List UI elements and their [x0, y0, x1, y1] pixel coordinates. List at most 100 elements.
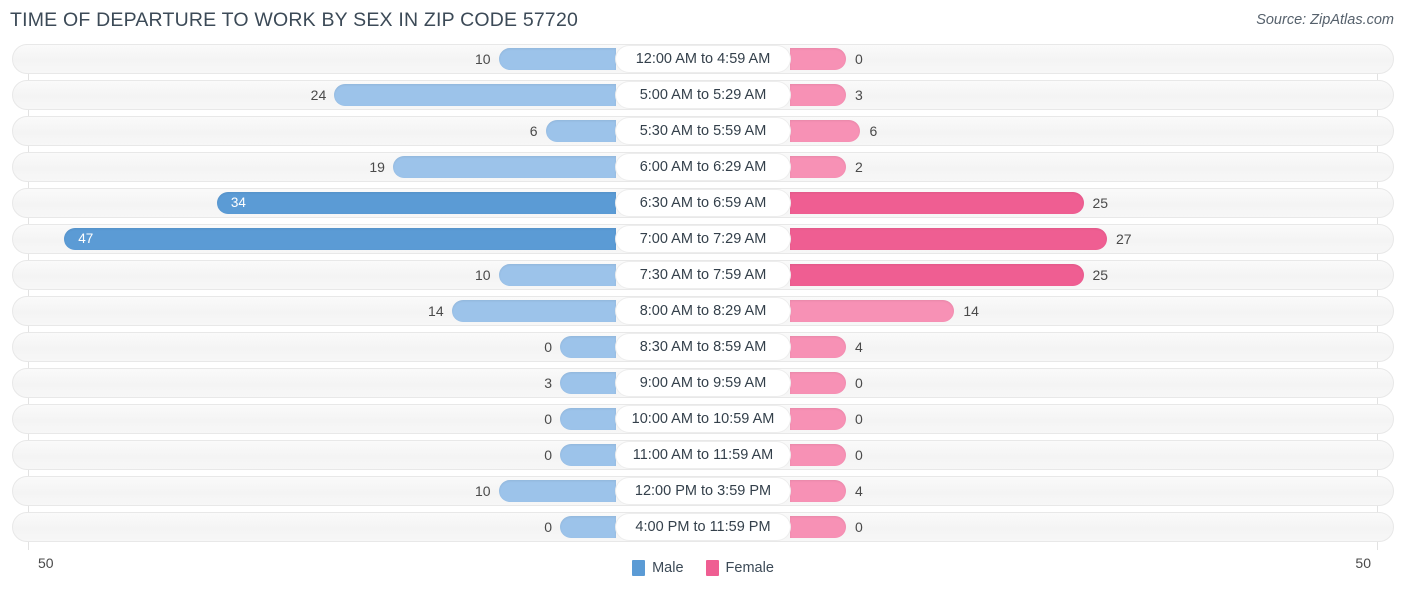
bar-row: 34 25 6:30 AM to 6:59 AM — [0, 188, 1406, 218]
row-bars: 34 25 6:30 AM to 6:59 AM — [0, 188, 1406, 218]
category-label: 6:30 AM to 6:59 AM — [616, 190, 790, 216]
bar-value-male: 10 — [475, 267, 491, 283]
row-bars: 0 0 4:00 PM to 11:59 PM — [0, 512, 1406, 542]
bar-female[interactable] — [790, 84, 846, 106]
bar-female[interactable] — [790, 228, 1107, 250]
bar-value-male: 14 — [428, 303, 444, 319]
bar-row: 0 0 11:00 AM to 11:59 AM — [0, 440, 1406, 470]
bar-row: 0 0 4:00 PM to 11:59 PM — [0, 512, 1406, 542]
bar-male[interactable] — [560, 444, 616, 466]
bar-row: 10 0 12:00 AM to 4:59 AM — [0, 44, 1406, 74]
bar-row: 0 0 10:00 AM to 10:59 AM — [0, 404, 1406, 434]
row-bars: 3 0 9:00 AM to 9:59 AM — [0, 368, 1406, 398]
bar-male[interactable] — [545, 120, 616, 142]
bar-female[interactable] — [790, 264, 1084, 286]
bar-female[interactable] — [790, 408, 846, 430]
bar-value-female: 2 — [855, 159, 863, 175]
bar-female[interactable] — [790, 192, 1084, 214]
chart-plot-area: 10 0 12:00 AM to 4:59 AM 2 4 3 5:00 AM to 5:29… — [0, 44, 1406, 550]
bar-female[interactable] — [790, 480, 846, 502]
bar-female[interactable] — [790, 372, 846, 394]
bar-female[interactable] — [790, 120, 861, 142]
bar-male[interactable] — [560, 408, 616, 430]
category-label: 8:30 AM to 8:59 AM — [616, 334, 790, 360]
legend-item-female[interactable]: Female — [705, 560, 774, 576]
category-label: 4:00 PM to 11:59 PM — [616, 514, 790, 540]
row-bars: 0 4 8:30 AM to 8:59 AM — [0, 332, 1406, 362]
source-attribution: Source: ZipAtlas.com — [1256, 12, 1394, 28]
row-bars: 10 25 7:30 AM to 7:59 AM — [0, 260, 1406, 290]
bar-value-male: 0 — [544, 411, 552, 427]
category-label: 9:00 AM to 9:59 AM — [616, 370, 790, 396]
row-bars: 14 14 8:00 AM to 8:29 AM — [0, 296, 1406, 326]
bar-male[interactable] — [216, 192, 616, 214]
bar-row: 47 27 7:00 AM to 7:29 AM — [0, 224, 1406, 254]
bar-female[interactable] — [790, 48, 846, 70]
bar-female[interactable] — [790, 300, 955, 322]
category-label: 6:00 AM to 6:29 AM — [616, 154, 790, 180]
bar-female[interactable] — [790, 444, 846, 466]
legend-label-female: Female — [725, 560, 774, 576]
row-bars: 19 2 6:00 AM to 6:29 AM — [0, 152, 1406, 182]
page-title: TIME OF DEPARTURE TO WORK BY SEX IN ZIP … — [10, 9, 579, 31]
bar-male[interactable] — [560, 372, 616, 394]
bar-value-female: 14 — [963, 303, 979, 319]
category-label: 5:30 AM to 5:59 AM — [616, 118, 790, 144]
bar-row: 19 2 6:00 AM to 6:29 AM — [0, 152, 1406, 182]
row-bars: 10 4 12:00 PM to 3:59 PM — [0, 476, 1406, 506]
bar-row: 10 25 7:30 AM to 7:59 AM — [0, 260, 1406, 290]
bar-male[interactable] — [498, 480, 616, 502]
bar-value-female: 4 — [855, 483, 863, 499]
bar-male[interactable] — [560, 516, 616, 538]
bar-female[interactable] — [790, 516, 846, 538]
row-bars: 6 6 5:30 AM to 5:59 AM — [0, 116, 1406, 146]
bar-male[interactable] — [392, 156, 616, 178]
category-label: 10:00 AM to 10:59 AM — [616, 406, 790, 432]
bar-male[interactable] — [64, 228, 616, 250]
bar-value-male: 10 — [475, 483, 491, 499]
chart-page: TIME OF DEPARTURE TO WORK BY SEX IN ZIP … — [0, 0, 1406, 594]
bar-value-male: 10 — [475, 51, 491, 67]
bar-value-male: 0 — [544, 339, 552, 355]
row-bars: 10 0 12:00 AM to 4:59 AM — [0, 44, 1406, 74]
legend-item-male[interactable]: Male — [632, 560, 684, 576]
chart-header: TIME OF DEPARTURE TO WORK BY SEX IN ZIP … — [0, 0, 1406, 44]
category-label: 8:00 AM to 8:29 AM — [616, 298, 790, 324]
category-label: 12:00 PM to 3:59 PM — [616, 478, 790, 504]
category-label: 12:00 AM to 4:59 AM — [616, 46, 790, 72]
bar-value-female: 0 — [855, 447, 863, 463]
bar-value-male: 19 — [369, 159, 385, 175]
bar-value-female: 0 — [855, 51, 863, 67]
bar-row: 24 3 5:00 AM to 5:29 AM — [0, 80, 1406, 110]
legend-swatch-female-icon — [705, 560, 719, 576]
bar-row: 3 0 9:00 AM to 9:59 AM — [0, 368, 1406, 398]
bar-male[interactable] — [451, 300, 616, 322]
bar-row: 14 14 8:00 AM to 8:29 AM — [0, 296, 1406, 326]
bar-row: 0 4 8:30 AM to 8:59 AM — [0, 332, 1406, 362]
bar-value-female: 3 — [855, 87, 863, 103]
bar-female[interactable] — [790, 156, 846, 178]
category-label: 5:00 AM to 5:29 AM — [616, 82, 790, 108]
bar-male[interactable] — [334, 84, 616, 106]
row-bars: 0 0 10:00 AM to 10:59 AM — [0, 404, 1406, 434]
bar-row: 10 4 12:00 PM to 3:59 PM — [0, 476, 1406, 506]
bar-value-female: 0 — [855, 375, 863, 391]
row-bars: 0 0 11:00 AM to 11:59 AM — [0, 440, 1406, 470]
bar-male[interactable] — [560, 336, 616, 358]
bar-female[interactable] — [790, 336, 846, 358]
bar-value-female: 4 — [855, 339, 863, 355]
category-label: 11:00 AM to 11:59 AM — [616, 442, 790, 468]
bar-male[interactable] — [498, 48, 616, 70]
bar-value-male: 3 — [544, 375, 552, 391]
bar-value-female: 27 — [1115, 231, 1132, 247]
row-bars: 47 27 7:00 AM to 7:29 AM — [0, 224, 1406, 254]
chart-legend: Male Female — [0, 560, 1406, 576]
legend-swatch-male-icon — [632, 560, 646, 576]
bar-row: 6 6 5:30 AM to 5:59 AM — [0, 116, 1406, 146]
bar-value-female: 0 — [855, 519, 863, 535]
bar-value-male: 0 — [544, 519, 552, 535]
bar-value-male: 0 — [544, 447, 552, 463]
row-bars: 24 3 5:00 AM to 5:29 AM — [0, 80, 1406, 110]
bar-row-list: 10 0 12:00 AM to 4:59 AM 2 4 3 5:00 AM to 5:29… — [0, 44, 1406, 548]
bar-male[interactable] — [498, 264, 616, 286]
